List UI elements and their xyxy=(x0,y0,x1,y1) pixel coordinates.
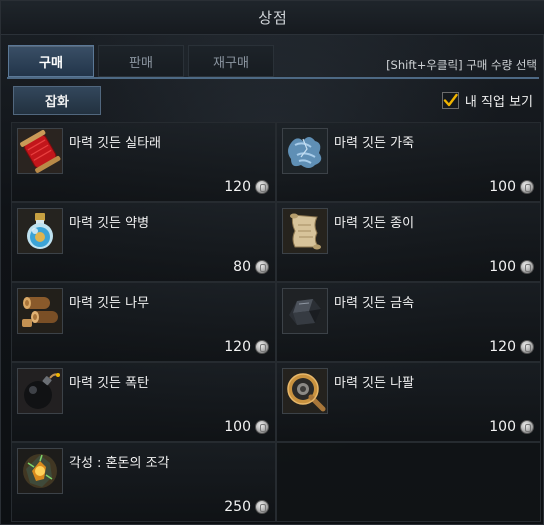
silver-coin-icon xyxy=(255,340,269,354)
item-name: 마력 깃든 나팔 xyxy=(334,376,415,391)
tab-sell[interactable]: 판매 xyxy=(98,45,184,77)
silver-coin-icon xyxy=(520,420,534,434)
horn-icon xyxy=(283,369,327,413)
item-name: 각성 : 혼돈의 조각 xyxy=(69,456,170,471)
item-name: 마력 깃든 폭탄 xyxy=(69,376,150,391)
tab-rebuy[interactable]: 재구매 xyxy=(188,45,274,77)
title-bar[interactable]: 상점 xyxy=(1,1,544,35)
shop-item[interactable]: 마력 깃든 나팔 100 xyxy=(276,362,541,442)
my-class-checkbox[interactable] xyxy=(441,92,459,109)
silver-coin-icon xyxy=(520,180,534,194)
item-price: 80 xyxy=(233,259,269,275)
price-value: 100 xyxy=(224,419,251,435)
thread-spool-icon xyxy=(18,129,62,173)
shop-item[interactable]: 마력 깃든 약병 80 xyxy=(11,202,276,282)
item-price: 100 xyxy=(489,259,534,275)
silver-coin-icon xyxy=(255,500,269,514)
item-name: 마력 깃든 실타래 xyxy=(69,136,161,151)
tab-bar: 구매 판매 재구매 xyxy=(8,45,274,77)
shop-item[interactable]: 각성 : 혼돈의 조각 250 xyxy=(11,442,276,522)
my-class-label: 내 직업 보기 xyxy=(464,95,533,110)
checkmark-icon xyxy=(443,93,458,107)
item-name: 마력 깃든 약병 xyxy=(69,216,150,231)
item-price: 120 xyxy=(489,339,534,355)
silver-coin-icon xyxy=(255,180,269,194)
item-slot xyxy=(17,448,63,494)
shop-item[interactable]: 마력 깃든 금속 120 xyxy=(276,282,541,362)
shop-item[interactable]: 마력 깃든 나무 120 xyxy=(11,282,276,362)
shop-item[interactable]: 마력 깃든 폭탄 100 xyxy=(11,362,276,442)
window-title: 상점 xyxy=(258,9,288,27)
shop-item[interactable]: 마력 깃든 가죽 100 xyxy=(276,122,541,202)
item-price: 120 xyxy=(224,179,269,195)
item-price: 100 xyxy=(489,179,534,195)
item-slot xyxy=(17,368,63,414)
shop-window: 상점 구매 판매 재구매 [Shift+우클릭] 구매 수량 선택 잡화 내 직… xyxy=(0,0,544,525)
item-grid: 마력 깃든 실타래 120 마력 깃든 가죽 100 마력 깃든 약병 80 마… xyxy=(11,122,541,522)
price-value: 120 xyxy=(489,339,516,355)
item-name: 마력 깃든 가죽 xyxy=(334,136,415,151)
item-slot xyxy=(17,208,63,254)
item-name: 마력 깃든 종이 xyxy=(334,216,415,231)
price-value: 100 xyxy=(489,419,516,435)
item-name: 마력 깃든 나무 xyxy=(69,296,150,311)
silver-coin-icon xyxy=(520,260,534,274)
tab-buy[interactable]: 구매 xyxy=(8,45,94,77)
wood-log-icon xyxy=(18,289,62,333)
item-slot xyxy=(17,128,63,174)
chaos-shard-icon xyxy=(18,449,62,493)
potion-bottle-icon xyxy=(18,209,62,253)
category-button[interactable]: 잡화 xyxy=(13,86,101,115)
paper-scroll-icon xyxy=(283,209,327,253)
item-name: 마력 깃든 금속 xyxy=(334,296,415,311)
silver-coin-icon xyxy=(255,420,269,434)
shop-item[interactable]: 마력 깃든 실타래 120 xyxy=(11,122,276,202)
item-price: 120 xyxy=(224,339,269,355)
item-slot xyxy=(282,368,328,414)
my-class-filter[interactable]: 내 직업 보기 xyxy=(441,91,533,110)
item-price: 250 xyxy=(224,499,269,515)
price-value: 120 xyxy=(224,339,251,355)
item-slot xyxy=(282,128,328,174)
item-slot xyxy=(17,288,63,334)
item-price: 100 xyxy=(489,419,534,435)
silver-coin-icon xyxy=(255,260,269,274)
silver-coin-icon xyxy=(520,340,534,354)
leather-icon xyxy=(283,129,327,173)
price-value: 120 xyxy=(224,179,251,195)
item-price: 100 xyxy=(224,419,269,435)
shop-item[interactable]: 마력 깃든 종이 100 xyxy=(276,202,541,282)
empty-slot xyxy=(276,442,541,522)
item-slot xyxy=(282,288,328,334)
price-value: 250 xyxy=(224,499,251,515)
price-value: 100 xyxy=(489,259,516,275)
bomb-icon xyxy=(18,369,62,413)
metal-ore-icon xyxy=(283,289,327,333)
tab-divider xyxy=(7,77,539,79)
quantity-hint: [Shift+우클릭] 구매 수량 선택 xyxy=(386,58,537,72)
item-slot xyxy=(282,208,328,254)
price-value: 100 xyxy=(489,179,516,195)
price-value: 80 xyxy=(233,259,251,275)
